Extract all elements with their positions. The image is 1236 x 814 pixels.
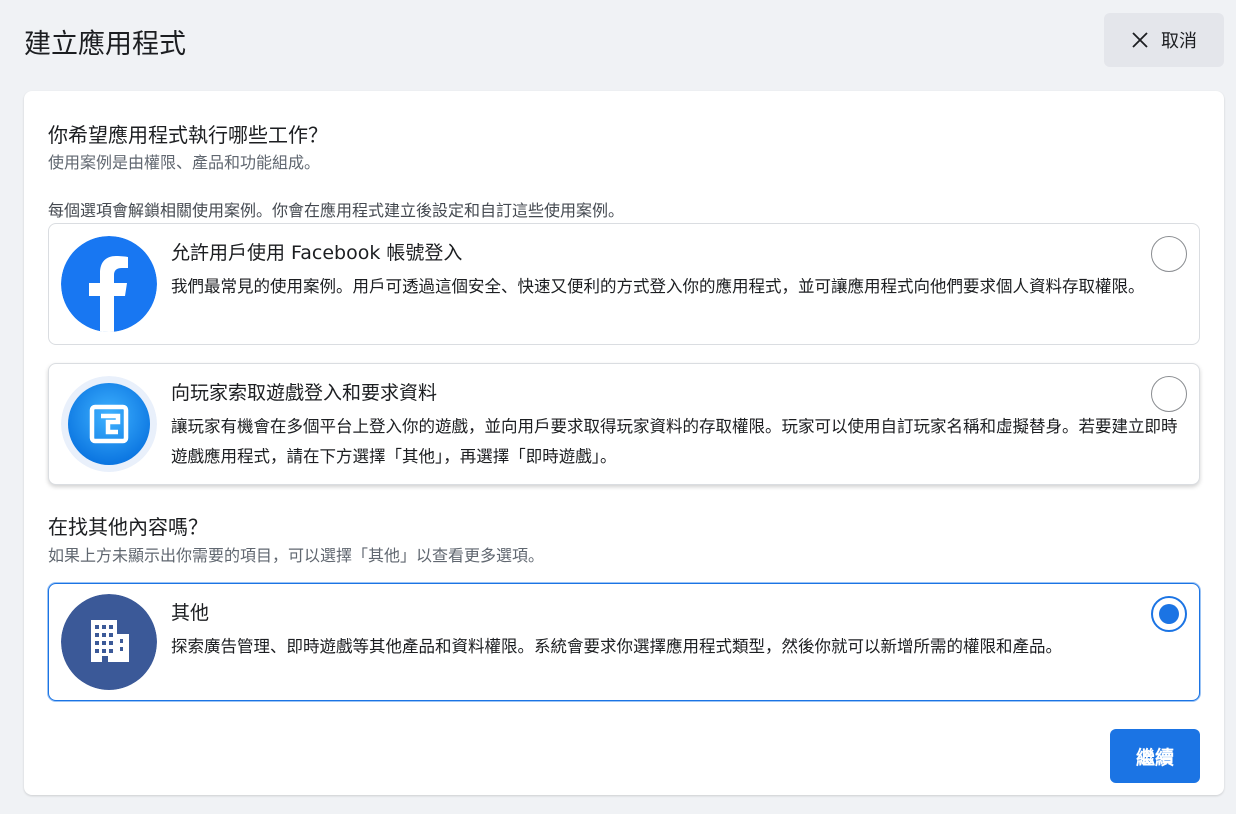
top-bar: 建立應用程式 取消 bbox=[0, 0, 1236, 80]
continue-button[interactable]: 繼續 bbox=[1110, 729, 1200, 783]
other-section-subtitle: 如果上方未顯示出你需要的項目，可以選擇「其他」以查看更多選項。 bbox=[48, 546, 545, 565]
page-title: 建立應用程式 bbox=[24, 29, 186, 60]
options-note: 每個選項會解鎖相關使用案例。你會在應用程式建立後設定和自訂這些使用案例。 bbox=[48, 201, 625, 220]
option-radio[interactable] bbox=[1151, 236, 1187, 272]
option-radio-selected[interactable] bbox=[1151, 596, 1187, 632]
close-icon bbox=[1132, 32, 1148, 48]
other-section-title: 在找其他內容嗎？ bbox=[48, 515, 208, 539]
option-radio[interactable] bbox=[1151, 376, 1187, 412]
option-gaming-login[interactable]: 向玩家索取遊戲登入和要求資料 讓玩家有機會在多個平台上登入你的遊戲，並向用戶要求… bbox=[48, 363, 1200, 485]
option-title: 其他 bbox=[171, 602, 210, 624]
option-description: 我們最常見的使用案例。用戶可透過這個安全、快速又便利的方式登入你的應用程式，並可… bbox=[171, 277, 1145, 296]
question-title: 你希望應用程式執行哪些工作？ bbox=[48, 123, 328, 147]
option-description: 讓玩家有機會在多個平台上登入你的遊戲，並向用戶要求取得玩家資料的存取權限。玩家可… bbox=[171, 417, 1178, 466]
use-case-card: 你希望應用程式執行哪些工作？ 使用案例是由權限、產品和功能組成。 每個選項會解鎖… bbox=[24, 91, 1224, 795]
gaming-icon bbox=[61, 376, 157, 472]
cancel-label: 取消 bbox=[1161, 31, 1197, 52]
cancel-button[interactable]: 取消 bbox=[1104, 13, 1224, 67]
option-title: 允許用戶使用 Facebook 帳號登入 bbox=[171, 242, 463, 264]
facebook-logo-icon bbox=[61, 236, 157, 332]
option-other[interactable]: 其他 探索廣告管理、即時遊戲等其他產品和資料權限。系統會要求你選擇應用程式類型，… bbox=[48, 583, 1200, 701]
option-title: 向玩家索取遊戲登入和要求資料 bbox=[171, 382, 438, 404]
building-icon bbox=[61, 594, 157, 690]
option-facebook-login[interactable]: 允許用戶使用 Facebook 帳號登入 我們最常見的使用案例。用戶可透過這個安… bbox=[48, 223, 1200, 345]
option-description: 探索廣告管理、即時遊戲等其他產品和資料權限。系統會要求你選擇應用程式類型，然後你… bbox=[171, 637, 1062, 656]
question-subtitle: 使用案例是由權限、產品和功能組成。 bbox=[48, 153, 321, 172]
